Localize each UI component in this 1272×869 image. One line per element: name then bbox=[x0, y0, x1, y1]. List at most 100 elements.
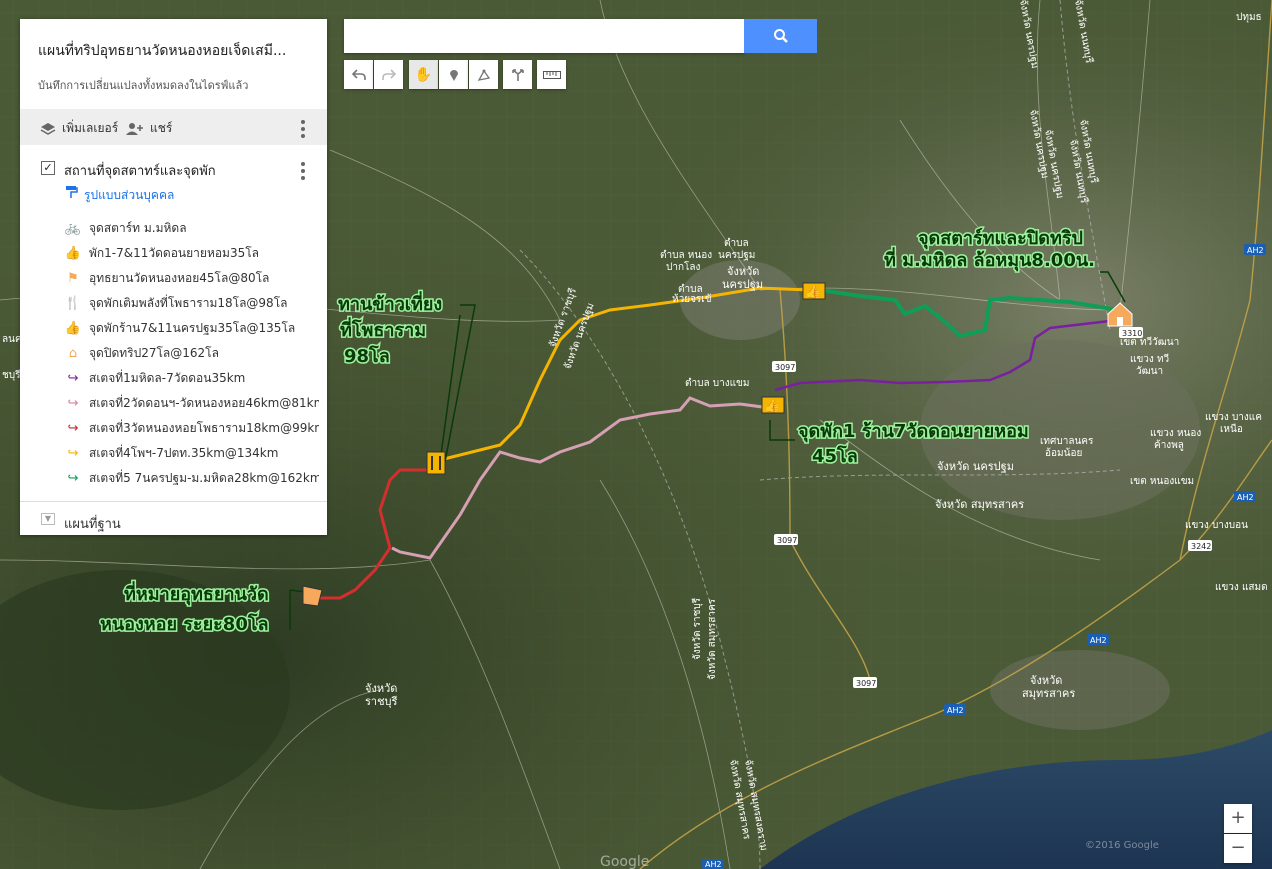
legend-item[interactable]: ⌂ จุดปิดทริป27โล@162โล bbox=[20, 341, 327, 366]
svg-text:ห้วยจรเข้: ห้วยจรเข้ bbox=[672, 293, 712, 305]
basemap-section[interactable]: ▼ แผนที่ฐาน bbox=[20, 501, 327, 536]
hand-icon: ✋ bbox=[414, 66, 433, 83]
legend-item-label: สเตจที่1มหิดล-7วัดดอน35km bbox=[89, 371, 246, 385]
road-shield-3310: 3310 bbox=[1122, 329, 1142, 338]
basemap-label: แผนที่ฐาน bbox=[64, 517, 121, 532]
map-label-khet-nongkhaem: เขต หนองแขม bbox=[1130, 476, 1194, 487]
legend-item[interactable]: ↪ สเตจที่2วัดดอนฯ-วัดหนองหอย46km@81km bbox=[20, 391, 327, 416]
layer-style-link[interactable]: รูปแบบส่วนบุคคล bbox=[66, 186, 175, 205]
legend-item[interactable]: 🚲 จุดสตาร์ท ม.มหิดล bbox=[20, 216, 327, 241]
road-shield-3242: 3242 bbox=[1191, 542, 1211, 551]
layer-style-label: รูปแบบส่วนบุคคล bbox=[84, 188, 175, 202]
zoom-out-button[interactable]: − bbox=[1224, 834, 1252, 863]
svg-text:แขวง แสมด: แขวง แสมด bbox=[1215, 582, 1268, 593]
annotation-lunch-line3: 98โล bbox=[344, 345, 390, 367]
restaurant-icon: 🍴 bbox=[64, 296, 82, 311]
layer-menu-icon[interactable] bbox=[301, 162, 305, 183]
legend-item[interactable]: ↪ สเตจที่3วัดหนองหอยโพธาราม18km@99km bbox=[20, 416, 327, 441]
route-icon: ↪ bbox=[67, 446, 79, 461]
svg-text:ปากโลง: ปากโลง bbox=[666, 260, 701, 273]
svg-text:👍: 👍 bbox=[764, 398, 780, 414]
legend-item-label: จุดปิดทริป27โล@162โล bbox=[89, 346, 219, 360]
search-input[interactable] bbox=[344, 19, 744, 53]
share-button[interactable]: แชร์ bbox=[126, 119, 172, 138]
legend-item[interactable]: ↪ สเตจที่5 7นครปฐม-ม.มหิดล28km@162km bbox=[20, 466, 327, 491]
draw-line-icon bbox=[477, 69, 490, 81]
map-label-changwat-ratchaburi: จังหวัด bbox=[365, 682, 397, 695]
svg-text:ค้างพลู: ค้างพลู bbox=[1154, 439, 1184, 451]
directions-icon bbox=[511, 68, 524, 81]
svg-text:เหนือ: เหนือ bbox=[1220, 423, 1243, 435]
add-layer-button[interactable]: เพิ่มเลเยอร์ bbox=[40, 119, 118, 138]
svg-text:นครปฐม: นครปฐม bbox=[722, 278, 763, 291]
legend-item-label: สเตจที่3วัดหนองหอยโพธาราม18km@99km bbox=[89, 421, 319, 435]
add-layer-label: เพิ่มเลเยอร์ bbox=[62, 121, 119, 135]
layer-visibility-checkbox[interactable]: ✓ bbox=[41, 161, 55, 175]
route-icon: ↪ bbox=[67, 396, 79, 411]
add-marker-button[interactable] bbox=[439, 60, 468, 89]
thumbs-up-icon: 👍 bbox=[64, 321, 82, 336]
svg-text:ราชบุรี: ราชบุรี bbox=[365, 695, 398, 708]
svg-text:จังหวัด ราชบุรี: จังหวัด ราชบุรี bbox=[691, 597, 703, 660]
map-label-bangbon: แขวง บางบอน bbox=[1185, 520, 1248, 531]
undo-button[interactable] bbox=[344, 60, 373, 89]
svg-text:👍: 👍 bbox=[805, 284, 821, 300]
search-button[interactable] bbox=[744, 19, 817, 53]
map-label-omnoi: เทศบาลนคร bbox=[1040, 436, 1094, 447]
ruler-button[interactable] bbox=[537, 60, 566, 89]
undo-icon bbox=[351, 68, 366, 80]
redo-button[interactable] bbox=[374, 60, 403, 89]
svg-text:ชบุรี: ชบุรี bbox=[2, 369, 21, 381]
ruler-icon bbox=[542, 70, 561, 79]
legend-item[interactable]: 👍 พัก1-7&11วัดดอนยายหอม35โล bbox=[20, 241, 327, 266]
directions-button[interactable] bbox=[503, 60, 532, 89]
legend-items: 🚲 จุดสตาร์ท ม.มหิดล 👍 พัก1-7&11วัดดอนยายหอม… bbox=[20, 216, 327, 491]
redo-icon bbox=[381, 68, 396, 80]
svg-text:ปทุมธ: ปทุมธ bbox=[1236, 12, 1262, 23]
share-label: แชร์ bbox=[150, 121, 173, 135]
layer-title[interactable]: สถานที่จุดสตาทร์และจุดพัก bbox=[64, 160, 216, 181]
svg-text:แขวง หนอง: แขวง หนอง bbox=[1150, 428, 1201, 439]
svg-text:จังหวัด สมุทรสาคร: จังหวัด สมุทรสาคร bbox=[707, 598, 718, 680]
zoom-in-button[interactable]: + bbox=[1224, 804, 1252, 833]
svg-text:แขวง บางแค: แขวง บางแค bbox=[1205, 412, 1262, 423]
map-label-changwat-samutsakhon: จังหวัด สมุทรสาคร bbox=[935, 498, 1024, 511]
thumbs-up-marker-nakhonpathom[interactable]: 👍 bbox=[802, 282, 826, 300]
draw-line-button[interactable] bbox=[469, 60, 498, 89]
svg-text:วัฒนา: วัฒนา bbox=[1136, 366, 1163, 377]
flag-icon: ⚑ bbox=[67, 271, 79, 286]
svg-text:นครปฐม: นครปฐม bbox=[718, 250, 755, 261]
route-icon: ↪ bbox=[67, 471, 79, 486]
bicycle-icon: 🚲 bbox=[64, 221, 82, 236]
map-title[interactable]: แผนที่ทริปอุทธยานวัดหนองหอยเจ็ดเสมี... bbox=[38, 40, 313, 62]
legend-item[interactable]: ↪ สเตจที่1มหิดล-7วัดดอน35km bbox=[20, 366, 327, 391]
map-copyright: ©2016 Google bbox=[1085, 840, 1159, 851]
legend-item-label: สเตจที่2วัดดอนฯ-วัดหนองหอย46km@81km bbox=[89, 396, 319, 410]
svg-text:แขวง ทวี: แขวง ทวี bbox=[1130, 353, 1169, 365]
annotation-dest-line1: ที่หมายอุทธยานวัด bbox=[124, 581, 269, 606]
paint-roller-icon bbox=[66, 186, 78, 198]
svg-text:สมุทรสาคร: สมุทรสาคร bbox=[1022, 687, 1075, 700]
panel-toolbar: เพิ่มเลเยอร์ แชร์ bbox=[20, 109, 327, 145]
thumbs-up-marker-watdon[interactable]: 👍 bbox=[761, 396, 785, 414]
basemap-toggle-icon[interactable]: ▼ bbox=[41, 513, 55, 525]
legend-item-label: อุทธยานวัดหนองหอย45โล@80โล bbox=[89, 271, 270, 285]
svg-text:3097: 3097 bbox=[856, 679, 876, 688]
legend-item-label: สเตจที่5 7นครปฐม-ม.มหิดล28km@162km bbox=[89, 471, 319, 485]
annotation-stop1-line2: 45โล bbox=[812, 445, 858, 467]
flag-marker-nonghoi[interactable] bbox=[302, 585, 323, 607]
map-label-changwat-nakhonpathom-2: จังหวัด นครปฐม bbox=[937, 460, 1014, 473]
restaurant-marker-photharam[interactable] bbox=[426, 451, 446, 475]
road-shield-3097: 3097 bbox=[775, 363, 795, 372]
legend-item[interactable]: 🍴 จุดพักเติมพลังที่โพธาราม18โล@98โล bbox=[20, 291, 327, 316]
annotation-start-line2: ที่ ม.มหิดล ล้อหมุน8.00น. bbox=[884, 247, 1095, 272]
legend-item[interactable]: ↪ สเตจที่4โพฯ-7ปตท.35km@134km bbox=[20, 441, 327, 466]
legend-item-label: จุดพักร้าน7&11นครปฐม35โล@135โล bbox=[89, 321, 296, 335]
legend-item-label: พัก1-7&11วัดดอนยายหอม35โล bbox=[89, 246, 260, 260]
svg-text:จังหวัด: จังหวัด bbox=[1030, 674, 1062, 687]
annotation-lunch-line1: ทานข้าวเที่ยง bbox=[338, 291, 442, 315]
pan-hand-button[interactable]: ✋ bbox=[409, 60, 438, 89]
legend-item[interactable]: 👍 จุดพักร้าน7&11นครปฐม35โล@135โล bbox=[20, 316, 327, 341]
panel-menu-icon[interactable] bbox=[301, 120, 305, 141]
legend-item[interactable]: ⚑ อุทธยานวัดหนองหอย45โล@80โล bbox=[20, 266, 327, 291]
